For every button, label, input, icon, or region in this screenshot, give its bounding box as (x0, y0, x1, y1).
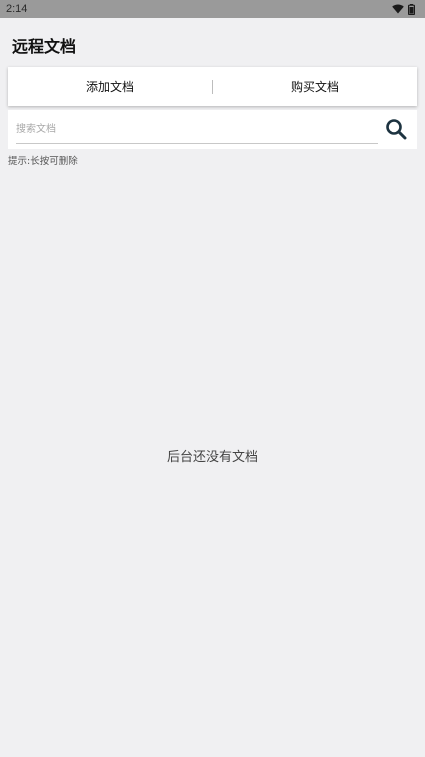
search-button[interactable] (383, 116, 409, 142)
add-document-button[interactable]: 添加文档 (8, 67, 212, 106)
action-bar: 添加文档 购买文档 (8, 67, 417, 106)
page-title: 远程文档 (12, 37, 77, 56)
empty-state-message: 后台还没有文档 (166, 450, 258, 465)
status-icons (392, 3, 415, 15)
battery-icon (408, 3, 415, 15)
search-icon (386, 119, 407, 140)
search-input[interactable] (16, 116, 378, 144)
status-time: 2:14 (6, 3, 28, 15)
buy-document-button[interactable]: 购买文档 (213, 67, 417, 106)
wifi-icon (392, 4, 404, 14)
search-bar (8, 110, 417, 149)
hint-text: 提示:长按可删除 (8, 156, 78, 167)
status-bar: 2:14 (0, 0, 425, 18)
